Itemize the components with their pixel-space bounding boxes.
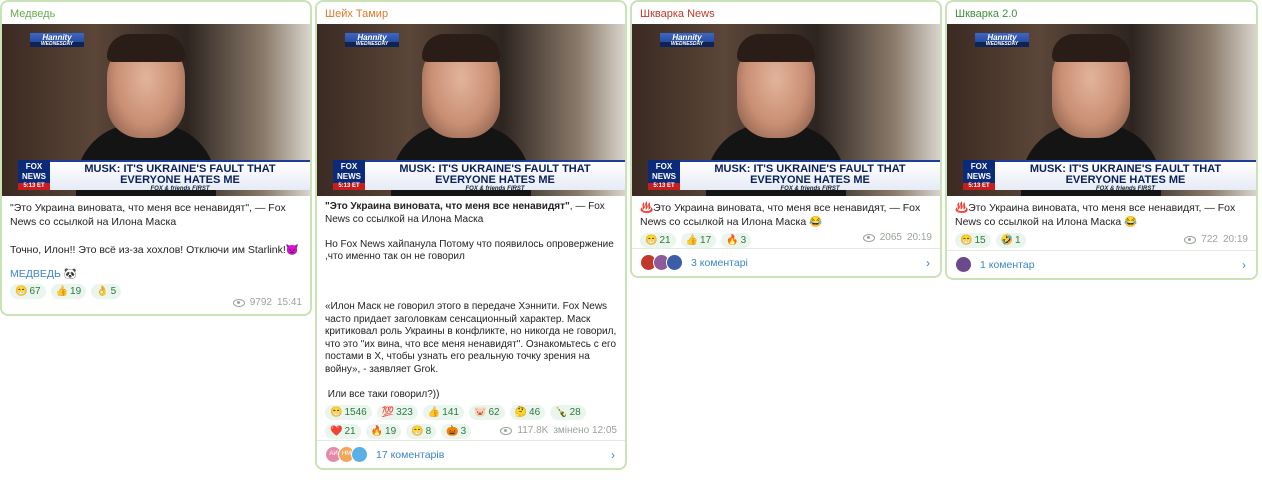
post-time: 20:19	[906, 232, 932, 243]
comments-count[interactable]: 3 коментарі	[691, 257, 748, 269]
commenter-avatars	[955, 256, 972, 273]
view-count: 9792	[249, 297, 272, 308]
post-image[interactable]: Hannity WEDNESDAY FOX NEWS 5:13 ET MUSK: I…	[2, 24, 310, 196]
author-name[interactable]: Шкварка 2.0	[947, 2, 1256, 24]
comments-count[interactable]: 17 коментарів	[376, 449, 444, 461]
author-name[interactable]: Шкварка News	[632, 2, 940, 24]
view-count: 117.8K	[517, 425, 549, 436]
post-text-body: , — Fox News со ссылкой на Илона Маска Н…	[325, 201, 617, 400]
views-icon	[500, 426, 513, 435]
comments-link[interactable]: АИ НМ 17 коментарів ›	[317, 440, 625, 468]
comments-link[interactable]: 1 коментар ›	[947, 250, 1256, 278]
fox-news-logo: FOX NEWS 5:13 ET	[963, 160, 995, 190]
post-shkvarka-2: Шкварка 2.0 Hannity WEDNESDAY FOX NEWS 5:1…	[945, 0, 1258, 280]
headline-banner: MUSK: IT'S UKRAINE'S FAULT THAT EVERYONE …	[50, 160, 310, 192]
post-shkvarka-news: Шкварка News Hannity WEDNESDAY FOX NEWS 5:…	[630, 0, 942, 278]
post-image[interactable]: Hannity WEDNESDAY FOX NEWS 5:13 ET MUSK: I…	[632, 24, 940, 196]
reaction-chip[interactable]: 🔥 19	[365, 424, 402, 439]
headline-banner: MUSK: IT'S UKRAINE'S FAULT THAT EVERYONE …	[995, 160, 1256, 192]
chevron-right-icon[interactable]: ›	[1242, 258, 1246, 272]
headline-banner: MUSK: IT'S UKRAINE'S FAULT THAT EVERYONE …	[680, 160, 940, 192]
post-text: "Это Украина виновата, что меня все нена…	[317, 196, 625, 401]
post-text-bold: "Это Украина виновата, что меня все нена…	[325, 201, 570, 212]
post-image[interactable]: Hannity WEDNESDAY FOX NEWS 5:13 ET MUSK: I…	[947, 24, 1256, 196]
reaction-chip[interactable]: 🔥 3	[721, 233, 752, 248]
reaction-chip[interactable]: 🤔 46	[509, 405, 546, 420]
post-time: 15:41	[276, 297, 302, 308]
reaction-chip[interactable]: 👍 141	[422, 405, 464, 420]
views-icon	[862, 233, 875, 242]
reaction-chip[interactable]: 👍 19	[50, 284, 87, 299]
post-time: 20:19	[1222, 234, 1248, 245]
reaction-chip[interactable]: 😁 21	[640, 233, 676, 248]
headline-banner: MUSK: IT'S UKRAINE'S FAULT THAT EVERYONE …	[365, 160, 625, 192]
reaction-chip[interactable]: 🤣 1	[995, 233, 1026, 248]
post-meta: 9792 15:41	[232, 297, 302, 308]
show-logo: Hannity WEDNESDAY	[975, 33, 1029, 47]
reaction-chip[interactable]: 😁 15	[955, 233, 991, 248]
show-logo: Hannity WEDNESDAY	[30, 33, 84, 47]
reaction-chip[interactable]: 👌 5	[91, 284, 122, 299]
avatar	[351, 446, 368, 463]
post-text: ♨️Это Украина виновата, что меня все нен…	[955, 202, 1239, 228]
commenter-avatars: АИ НМ	[325, 446, 368, 463]
comments-count[interactable]: 1 коментар	[980, 259, 1035, 271]
fox-news-logo: FOX NEWS 5:13 ET	[333, 160, 365, 190]
view-count: 2065	[879, 232, 902, 243]
avatar	[955, 256, 972, 273]
reaction-chip[interactable]: 🎃 3	[441, 424, 472, 439]
post-sheikh-tamir: Шейх Тамир Hannity WEDNESDAY FOX NEWS 5:13…	[315, 0, 627, 470]
reaction-chip[interactable]: 😁 1546	[325, 405, 372, 420]
reaction-chip[interactable]: 😁 8	[406, 424, 437, 439]
post-text: ♨️Это Украина виновата, что меня все нен…	[640, 202, 924, 228]
author-name[interactable]: Шейх Тамир	[317, 2, 625, 24]
reaction-chip[interactable]: 🍾 28	[550, 405, 586, 420]
post-medved: Медведь Hannity WEDNESDAY FOX NEWS 5:13 ET…	[0, 0, 312, 316]
channel-signature[interactable]: МЕДВЕДЬ 🐼	[2, 257, 310, 280]
author-name[interactable]: Медведь	[2, 2, 310, 24]
post-text: "Это Украина виновата, что меня все нена…	[10, 202, 299, 256]
show-logo: Hannity WEDNESDAY	[660, 33, 714, 47]
post-meta: 117.8K змінено 12:05	[500, 425, 617, 436]
views-icon	[1184, 235, 1197, 244]
reaction-chip[interactable]: 🐷 62	[468, 405, 505, 420]
view-count: 722	[1201, 234, 1218, 245]
show-logo: Hannity WEDNESDAY	[345, 33, 399, 47]
reaction-chip[interactable]: 😁 67	[10, 284, 46, 299]
fox-news-logo: FOX NEWS 5:13 ET	[18, 160, 50, 190]
reaction-chip[interactable]: ❤️ 21	[325, 424, 361, 439]
fox-news-logo: FOX NEWS 5:13 ET	[648, 160, 680, 190]
reaction-chip[interactable]: 👍 17	[680, 233, 717, 248]
comments-link[interactable]: 3 коментарі ›	[632, 248, 940, 276]
reaction-chip[interactable]: 💯 323	[376, 405, 418, 420]
post-time: змінено 12:05	[553, 425, 617, 436]
commenter-avatars	[640, 254, 683, 271]
post-meta: 722 20:19	[1184, 234, 1248, 245]
avatar	[666, 254, 683, 271]
post-meta: 2065 20:19	[862, 232, 932, 243]
chevron-right-icon[interactable]: ›	[926, 256, 930, 270]
post-image[interactable]: Hannity WEDNESDAY FOX NEWS 5:13 ET MUSK: I…	[317, 24, 625, 196]
chevron-right-icon[interactable]: ›	[611, 448, 615, 462]
views-icon	[232, 298, 245, 307]
